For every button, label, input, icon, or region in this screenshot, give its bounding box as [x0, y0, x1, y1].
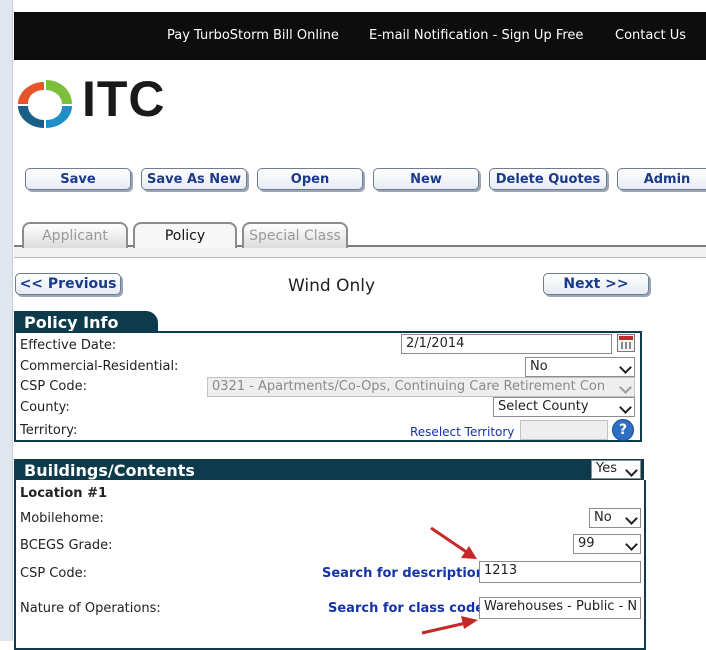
- policy-info-heading: Policy Info: [14, 311, 158, 333]
- itc-logo: ITC: [14, 71, 174, 132]
- effective-date-label: Effective Date:: [20, 338, 117, 353]
- tab-special-class[interactable]: Special Class: [242, 222, 348, 248]
- page-title: Wind Only: [288, 276, 376, 296]
- delete-quotes-button[interactable]: Delete Quotes: [489, 168, 607, 190]
- buildings-contents-title: Buildings/Contents: [24, 460, 195, 480]
- search-for-class-code-link[interactable]: Search for class code: [328, 601, 484, 616]
- new-button[interactable]: New: [373, 168, 479, 190]
- next-button[interactable]: Next >>: [543, 273, 649, 295]
- bcegs-grade-select[interactable]: 99: [573, 534, 641, 554]
- top-nav-bar: Pay TurboStorm Bill Online E-mail Notifi…: [14, 12, 706, 60]
- mobilehome-label: Mobilehome:: [20, 511, 104, 526]
- contact-us-link[interactable]: Contact Us: [615, 28, 686, 43]
- logo-text: ITC: [82, 71, 166, 127]
- buildings-contents-heading: Buildings/Contents: [14, 459, 644, 481]
- territory-label: Territory:: [20, 423, 78, 438]
- effective-date-field[interactable]: 2/1/2014: [401, 334, 612, 354]
- buildings-contents-select[interactable]: Yes: [591, 460, 641, 479]
- csp-code-select: 0321 - Apartments/Co-Ops, Continuing Car…: [207, 377, 635, 397]
- search-for-description-link[interactable]: Search for description: [322, 566, 485, 581]
- bcegs-grade-label: BCEGS Grade:: [20, 538, 113, 553]
- left-edge-strip: [0, 0, 13, 641]
- previous-button[interactable]: << Previous: [15, 273, 121, 295]
- logo-swirl-icon: [18, 80, 72, 128]
- buildings-contents-panel: Location #1 Mobilehome: No BCEGS Grade: …: [14, 480, 646, 650]
- csp-code-input[interactable]: 1213: [479, 561, 641, 583]
- help-icon[interactable]: ?: [612, 419, 634, 441]
- nature-of-operations-input[interactable]: Warehouses - Public - N: [479, 597, 641, 619]
- tab-applicant[interactable]: Applicant: [22, 222, 128, 248]
- open-button[interactable]: Open: [257, 168, 363, 190]
- territory-field: [520, 420, 608, 440]
- commercial-residential-label: Commercial-Residential:: [20, 359, 179, 374]
- location-title: Location #1: [20, 486, 108, 501]
- save-button[interactable]: Save: [25, 168, 131, 190]
- email-notification-link[interactable]: E-mail Notification - Sign Up Free: [369, 28, 583, 43]
- mobilehome-select[interactable]: No: [589, 508, 641, 528]
- save-as-new-button[interactable]: Save As New: [141, 168, 247, 190]
- admin-button[interactable]: Admin: [617, 168, 706, 190]
- csp-code-label: CSP Code:: [20, 379, 87, 394]
- calendar-icon[interactable]: [617, 334, 635, 352]
- pay-bill-link[interactable]: Pay TurboStorm Bill Online: [167, 28, 339, 43]
- nature-of-operations-label: Nature of Operations:: [20, 601, 161, 616]
- tab-policy[interactable]: Policy: [133, 222, 237, 248]
- commercial-residential-select[interactable]: No: [525, 357, 635, 377]
- county-select[interactable]: Select County: [493, 397, 635, 417]
- reselect-territory-link[interactable]: Reselect Territory: [410, 425, 514, 439]
- csp-code-building-label: CSP Code:: [20, 566, 87, 581]
- county-label: County:: [20, 400, 70, 415]
- policy-info-panel: Effective Date: 2/1/2014 Commercial-Resi…: [14, 331, 642, 442]
